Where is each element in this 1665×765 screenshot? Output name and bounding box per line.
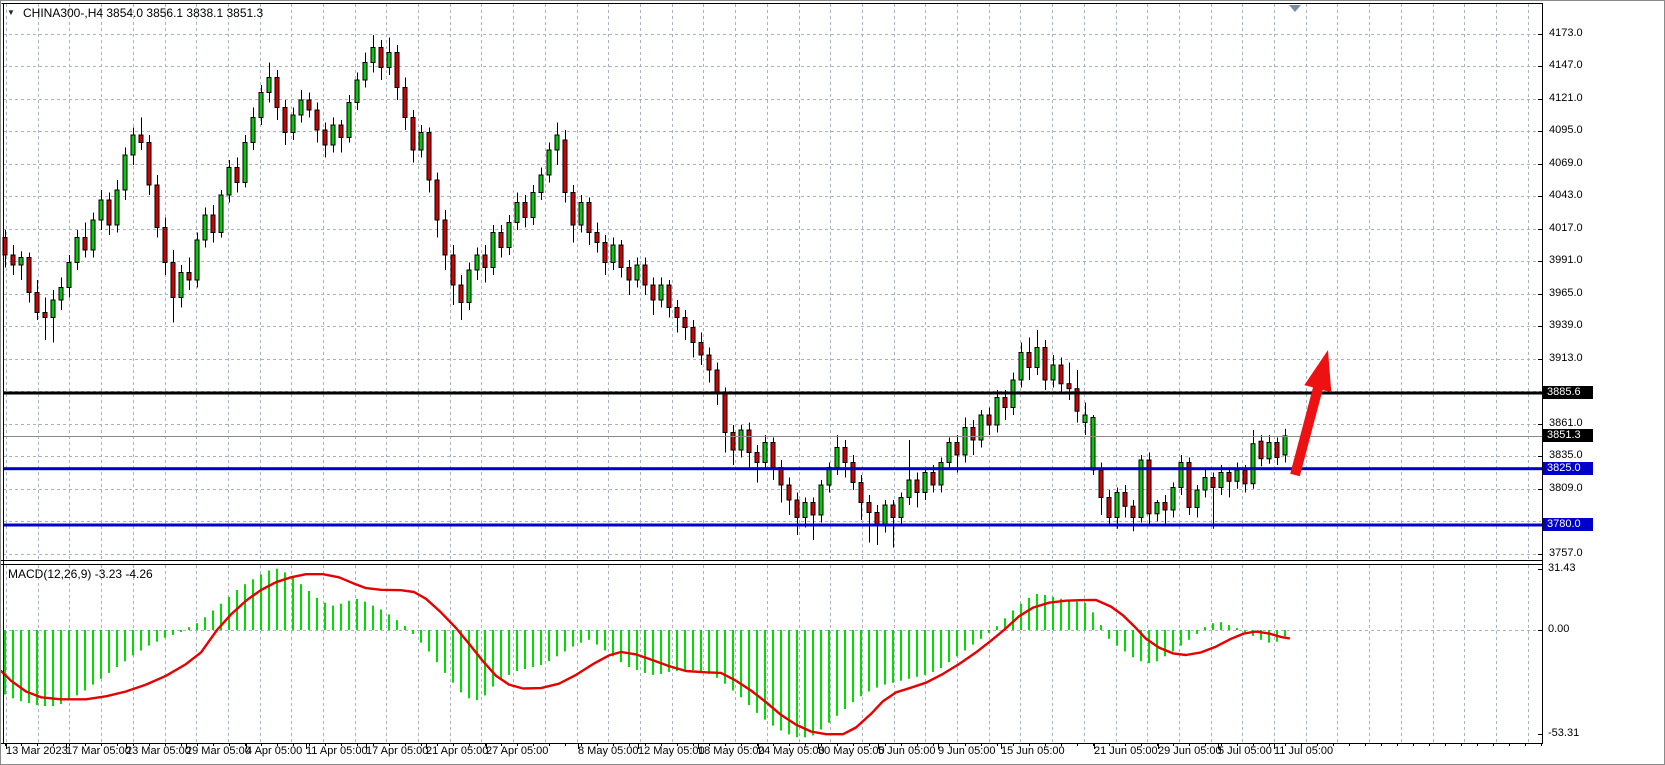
macd-tick-label: 0.00 — [1548, 623, 1569, 635]
price-tick-label: 3757.0 — [1549, 547, 1583, 559]
price-tick-label: 4173.0 — [1549, 27, 1583, 39]
time-axis-label: 17 Apr 05:00 — [366, 745, 428, 757]
price-tick-label: 3913.0 — [1549, 352, 1583, 364]
symbol-dropdown-icon[interactable]: ▼ — [7, 8, 15, 17]
time-axis-label: 4 Apr 05:00 — [246, 745, 302, 757]
time-axis-label: 29 Jun 05:00 — [1158, 745, 1222, 757]
price-tick-label: 3809.0 — [1549, 482, 1583, 494]
price-line-badge: 3885.6 — [1543, 386, 1593, 399]
trading-chart-window: ▼ CHINA300-,H4 3854.0 3856.1 3838.1 3851… — [0, 0, 1665, 765]
time-axis-label: 21 Apr 05:00 — [426, 745, 488, 757]
time-axis-label: 18 May 05:00 — [698, 745, 765, 757]
time-axis-label: 29 Mar 05:00 — [186, 745, 251, 757]
price-line-badge: 3780.0 — [1543, 518, 1593, 531]
chart-ohlc-title: CHINA300-,H4 3854.0 3856.1 3838.1 3851.3 — [23, 6, 263, 20]
time-axis-label: 11 Apr 05:00 — [306, 745, 368, 757]
price-tick-label: 3835.0 — [1549, 449, 1583, 461]
price-line-badge: 3825.0 — [1543, 462, 1593, 475]
time-axis-label: 9 Jun 05:00 — [938, 745, 996, 757]
price-tick-label: 3991.0 — [1549, 254, 1583, 266]
time-axis-label: 11 Jul 05:00 — [1274, 745, 1333, 757]
time-axis-label: 13 Mar 2023 — [6, 745, 68, 757]
price-tick-label: 3965.0 — [1549, 287, 1583, 299]
price-tick-label: 4043.0 — [1549, 189, 1583, 201]
macd-indicator-label: MACD(12,26,9) -3.23 -4.26 — [8, 567, 153, 581]
price-line-badge: 3851.3 — [1543, 429, 1593, 442]
price-tick-label: 4121.0 — [1549, 92, 1583, 104]
time-axis-label: 23 Mar 05:00 — [126, 745, 191, 757]
time-axis-label: 27 Apr 05:00 — [486, 745, 548, 757]
price-tick-label: 3939.0 — [1549, 319, 1583, 331]
time-axis-label: 5 Jun 05:00 — [878, 745, 936, 757]
price-tick-label: 3861.0 — [1549, 417, 1583, 429]
price-tick-label: 4017.0 — [1549, 222, 1583, 234]
macd-tick-label: 31.43 — [1548, 562, 1576, 574]
time-axis-label: 17 Mar 05:00 — [66, 745, 131, 757]
price-tick-label: 4147.0 — [1549, 59, 1583, 71]
time-axis-label: 21 Jun 05:00 — [1094, 745, 1158, 757]
price-tick-label: 4069.0 — [1549, 157, 1583, 169]
time-axis-label: 8 May 05:00 — [578, 745, 639, 757]
time-axis-label: 30 May 05:00 — [818, 745, 885, 757]
macd-tick-label: -53.31 — [1548, 727, 1579, 739]
time-axis-label: 12 May 05:00 — [638, 745, 705, 757]
time-axis-label: 15 Jun 05:00 — [1001, 745, 1065, 757]
time-axis-label: 5 Jul 05:00 — [1218, 745, 1272, 757]
time-axis-label: 24 May 05:00 — [758, 745, 825, 757]
price-tick-label: 4095.0 — [1549, 124, 1583, 136]
chart-canvas[interactable] — [1, 1, 1665, 765]
